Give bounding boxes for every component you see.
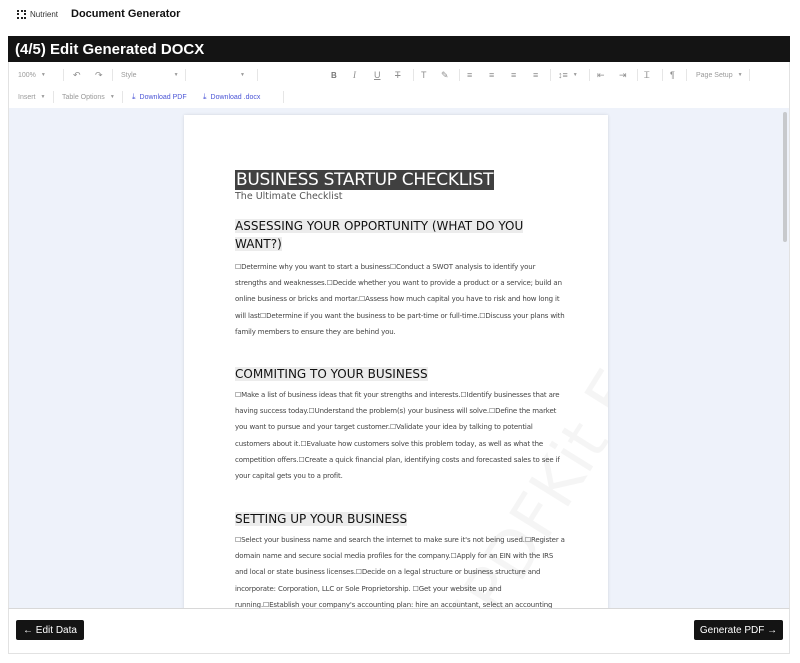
indent-icon[interactable]: ⇥ bbox=[619, 64, 627, 86]
italic-icon[interactable]: I bbox=[353, 64, 356, 86]
underline-icon[interactable]: U bbox=[374, 64, 381, 86]
clear-formatting-icon[interactable]: Ꮖ bbox=[644, 64, 650, 86]
paragraph-marks-icon[interactable]: ¶ bbox=[670, 64, 675, 86]
bold-icon[interactable]: B bbox=[331, 64, 337, 86]
document-subtitle[interactable]: The Ultimate Checklist bbox=[235, 191, 343, 202]
chevron-down-icon: ▼ bbox=[572, 72, 578, 78]
redo-icon[interactable]: ↷ bbox=[95, 64, 103, 86]
brand-name: Nutrient bbox=[30, 9, 59, 19]
download-icon: ⤓ bbox=[203, 92, 207, 101]
insert-menu[interactable]: Insert ▼ bbox=[18, 86, 45, 108]
align-left-icon[interactable]: ≡ bbox=[467, 64, 472, 86]
align-center-icon[interactable]: ≡ bbox=[489, 64, 494, 86]
section-heading[interactable]: COMMITING TO YOUR BUSINESS bbox=[235, 365, 565, 383]
chevron-down-icon: ▼ bbox=[40, 94, 46, 100]
download-icon: ⤓ bbox=[132, 92, 136, 101]
zoom-value: 100% bbox=[18, 71, 36, 79]
outdent-icon[interactable]: ⇤ bbox=[597, 64, 605, 86]
strikethrough-icon[interactable]: T bbox=[395, 64, 401, 86]
text-color-icon[interactable]: T bbox=[421, 64, 427, 86]
table-options-label: Table Options bbox=[62, 93, 105, 101]
nutrient-logo-icon bbox=[17, 9, 26, 19]
insert-label: Insert bbox=[18, 93, 36, 101]
section-heading[interactable]: SETTING UP YOUR BUSINESS bbox=[235, 510, 565, 528]
page-setup-menu[interactable]: Page Setup ▼ bbox=[696, 64, 743, 86]
chevron-down-icon: ▼ bbox=[240, 72, 245, 78]
app-bar: Nutrient Document Generator bbox=[0, 0, 800, 28]
highlight-icon[interactable]: ✎ bbox=[441, 64, 449, 86]
panel-title: (4/5) Edit Generated DOCX bbox=[8, 36, 790, 62]
section-body[interactable]: ☐Determine why you want to start a busin… bbox=[235, 259, 567, 340]
download-docx-button[interactable]: ⤓ Download .docx bbox=[203, 86, 260, 108]
section-body[interactable]: ☐Select your business name and search th… bbox=[235, 532, 567, 608]
style-select-label: Style bbox=[121, 71, 137, 79]
download-pdf-button[interactable]: ⤓ Download PDF bbox=[132, 86, 187, 108]
brand-logo: Nutrient bbox=[17, 9, 59, 19]
align-right-icon[interactable]: ≡ bbox=[511, 64, 516, 86]
page-setup-label: Page Setup bbox=[696, 71, 733, 79]
font-select[interactable]: ▼ bbox=[195, 64, 245, 86]
line-spacing-icon[interactable]: ↕≡ ▼ bbox=[558, 64, 578, 86]
zoom-select[interactable]: 100% ▼ bbox=[18, 64, 46, 86]
chevron-down-icon: ▼ bbox=[737, 72, 743, 78]
document-canvas[interactable]: PSPDFKit Evaluation Copy BUSINESS STARTU… bbox=[8, 108, 790, 608]
download-docx-label: Download .docx bbox=[210, 93, 261, 101]
wizard-footer: ← Edit Data Generate PDF → bbox=[8, 608, 790, 654]
document-title[interactable]: BUSINESS STARTUP CHECKLIST bbox=[235, 170, 495, 190]
undo-icon[interactable]: ↶ bbox=[73, 64, 81, 86]
style-select[interactable]: Style ▼ bbox=[121, 64, 179, 86]
editor-toolbar: 100% ▼ ↶ ↷ Style ▼ ▼ B I U T T ✎ ≡ ≡ ≡ ≡ ↕… bbox=[8, 62, 790, 108]
section-body[interactable]: ☐Make a list of business ideas that fit … bbox=[235, 387, 567, 484]
download-pdf-label: Download PDF bbox=[139, 93, 187, 101]
chevron-down-icon: ▼ bbox=[109, 94, 115, 100]
align-justify-icon[interactable]: ≡ bbox=[533, 64, 538, 86]
document-page[interactable]: PSPDFKit Evaluation Copy BUSINESS STARTU… bbox=[184, 115, 608, 608]
chevron-down-icon: ▼ bbox=[173, 72, 179, 78]
generate-pdf-button[interactable]: Generate PDF → bbox=[694, 620, 783, 640]
table-options-menu[interactable]: Table Options ▼ bbox=[62, 86, 115, 108]
app-title: Document Generator bbox=[71, 8, 181, 20]
vertical-scrollbar[interactable] bbox=[783, 112, 787, 242]
chevron-down-icon: ▼ bbox=[40, 72, 46, 78]
edit-data-button[interactable]: ← Edit Data bbox=[16, 620, 84, 640]
section-heading[interactable]: ASSESSING YOUR OPPORTUNITY (WHAT DO YOU … bbox=[235, 217, 565, 253]
